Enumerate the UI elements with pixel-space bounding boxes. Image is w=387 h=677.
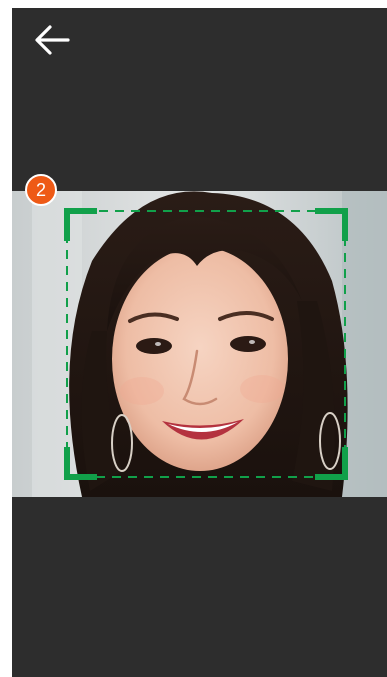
face-capture-screen: 2 bbox=[12, 8, 387, 677]
bottom-panel bbox=[12, 497, 387, 677]
step-badge: 2 bbox=[25, 174, 57, 206]
face-detection-frame-icon bbox=[64, 208, 348, 480]
arrow-left-icon bbox=[30, 20, 74, 60]
back-button[interactable] bbox=[30, 20, 74, 60]
